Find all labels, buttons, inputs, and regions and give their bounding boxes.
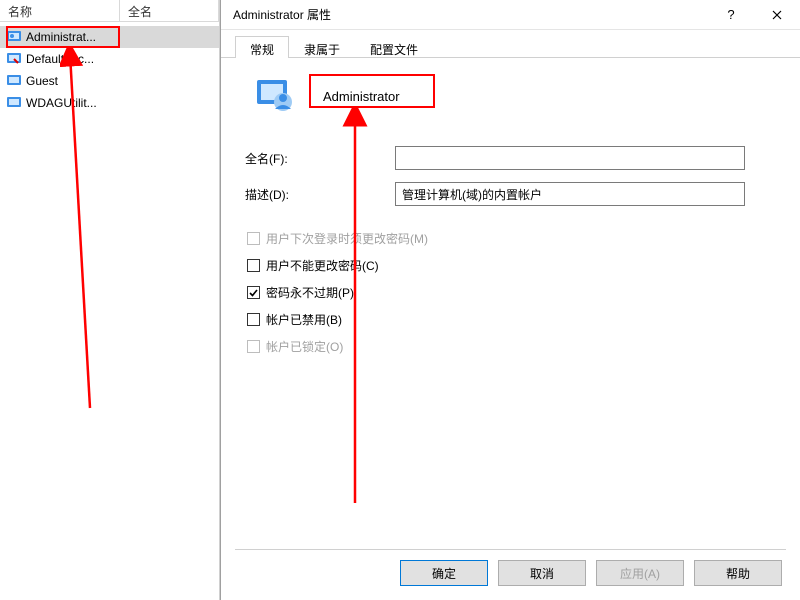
list-item-label: DefaultAcc... — [26, 52, 94, 66]
help-dialog-button[interactable]: 帮助 — [694, 560, 782, 586]
checkbox-label: 帐户已禁用(B) — [266, 311, 342, 328]
checkbox-icon — [247, 340, 260, 353]
header-col-name[interactable]: 名称 — [0, 0, 120, 21]
account-name-label: Administrator — [315, 85, 408, 108]
fullname-label: 全名(F): — [245, 150, 395, 167]
close-icon — [772, 10, 782, 20]
user-icon — [6, 29, 22, 45]
checkbox-label: 用户不能更改密码(C) — [266, 257, 379, 274]
apply-button[interactable]: 应用(A) — [596, 560, 684, 586]
list-item[interactable]: Guest — [0, 70, 219, 92]
checkbox-icon — [247, 232, 260, 245]
checkbox-icon — [247, 259, 260, 272]
header-col-fullname[interactable]: 全名 — [120, 0, 219, 21]
user-avatar-icon — [255, 76, 295, 116]
titlebar: Administrator 属性 ? — [221, 0, 800, 30]
properties-dialog: Administrator 属性 ? 常规 隶属于 配置文件 Administr… — [220, 0, 800, 600]
check-cannot-change-pw[interactable]: 用户不能更改密码(C) — [247, 257, 776, 274]
description-row: 描述(D): — [245, 182, 776, 206]
list-item[interactable]: DefaultAcc... — [0, 48, 219, 70]
checkbox-label: 帐户已锁定(O) — [266, 338, 343, 355]
ok-button[interactable]: 确定 — [400, 560, 488, 586]
list-header: 名称 全名 — [0, 0, 219, 22]
close-button[interactable] — [754, 0, 800, 30]
user-list-pane: 名称 全名 Administrat... DefaultAcc... Guest — [0, 0, 220, 600]
check-account-disabled[interactable]: 帐户已禁用(B) — [247, 311, 776, 328]
fullname-input[interactable] — [395, 146, 745, 170]
tabstrip: 常规 隶属于 配置文件 — [221, 30, 800, 58]
user-list: Administrat... DefaultAcc... Guest WDAGU… — [0, 22, 219, 114]
list-item-label: Administrat... — [26, 30, 96, 44]
tab-memberof[interactable]: 隶属于 — [289, 36, 355, 58]
tab-content: Administrator 全名(F): 描述(D): 用户下次登录时须更改密码… — [221, 58, 800, 375]
account-header: Administrator — [255, 76, 776, 116]
checkbox-icon — [247, 286, 260, 299]
dialog-title: Administrator 属性 — [233, 6, 708, 23]
tab-general[interactable]: 常规 — [235, 36, 289, 58]
checkbox-group: 用户下次登录时须更改密码(M) 用户不能更改密码(C) 密码永不过期(P) 帐户… — [247, 230, 776, 355]
checkbox-label: 用户下次登录时须更改密码(M) — [266, 230, 428, 247]
checkbox-label: 密码永不过期(P) — [266, 284, 354, 301]
list-item[interactable]: WDAGUtilit... — [0, 92, 219, 114]
description-label: 描述(D): — [245, 186, 395, 203]
list-item-label: WDAGUtilit... — [26, 96, 97, 110]
list-item-label: Guest — [26, 74, 58, 88]
check-must-change-pw: 用户下次登录时须更改密码(M) — [247, 230, 776, 247]
description-input[interactable] — [395, 182, 745, 206]
user-icon — [6, 51, 22, 67]
cancel-button[interactable]: 取消 — [498, 560, 586, 586]
check-pw-never-expires[interactable]: 密码永不过期(P) — [247, 284, 776, 301]
check-account-locked: 帐户已锁定(O) — [247, 338, 776, 355]
separator — [235, 549, 786, 550]
help-button[interactable]: ? — [708, 0, 754, 30]
tab-profile[interactable]: 配置文件 — [355, 36, 433, 58]
fullname-row: 全名(F): — [245, 146, 776, 170]
list-item[interactable]: Administrat... — [0, 26, 219, 48]
user-icon — [6, 73, 22, 89]
dialog-buttons: 确定 取消 应用(A) 帮助 — [400, 560, 782, 586]
user-icon — [6, 95, 22, 111]
checkbox-icon — [247, 313, 260, 326]
